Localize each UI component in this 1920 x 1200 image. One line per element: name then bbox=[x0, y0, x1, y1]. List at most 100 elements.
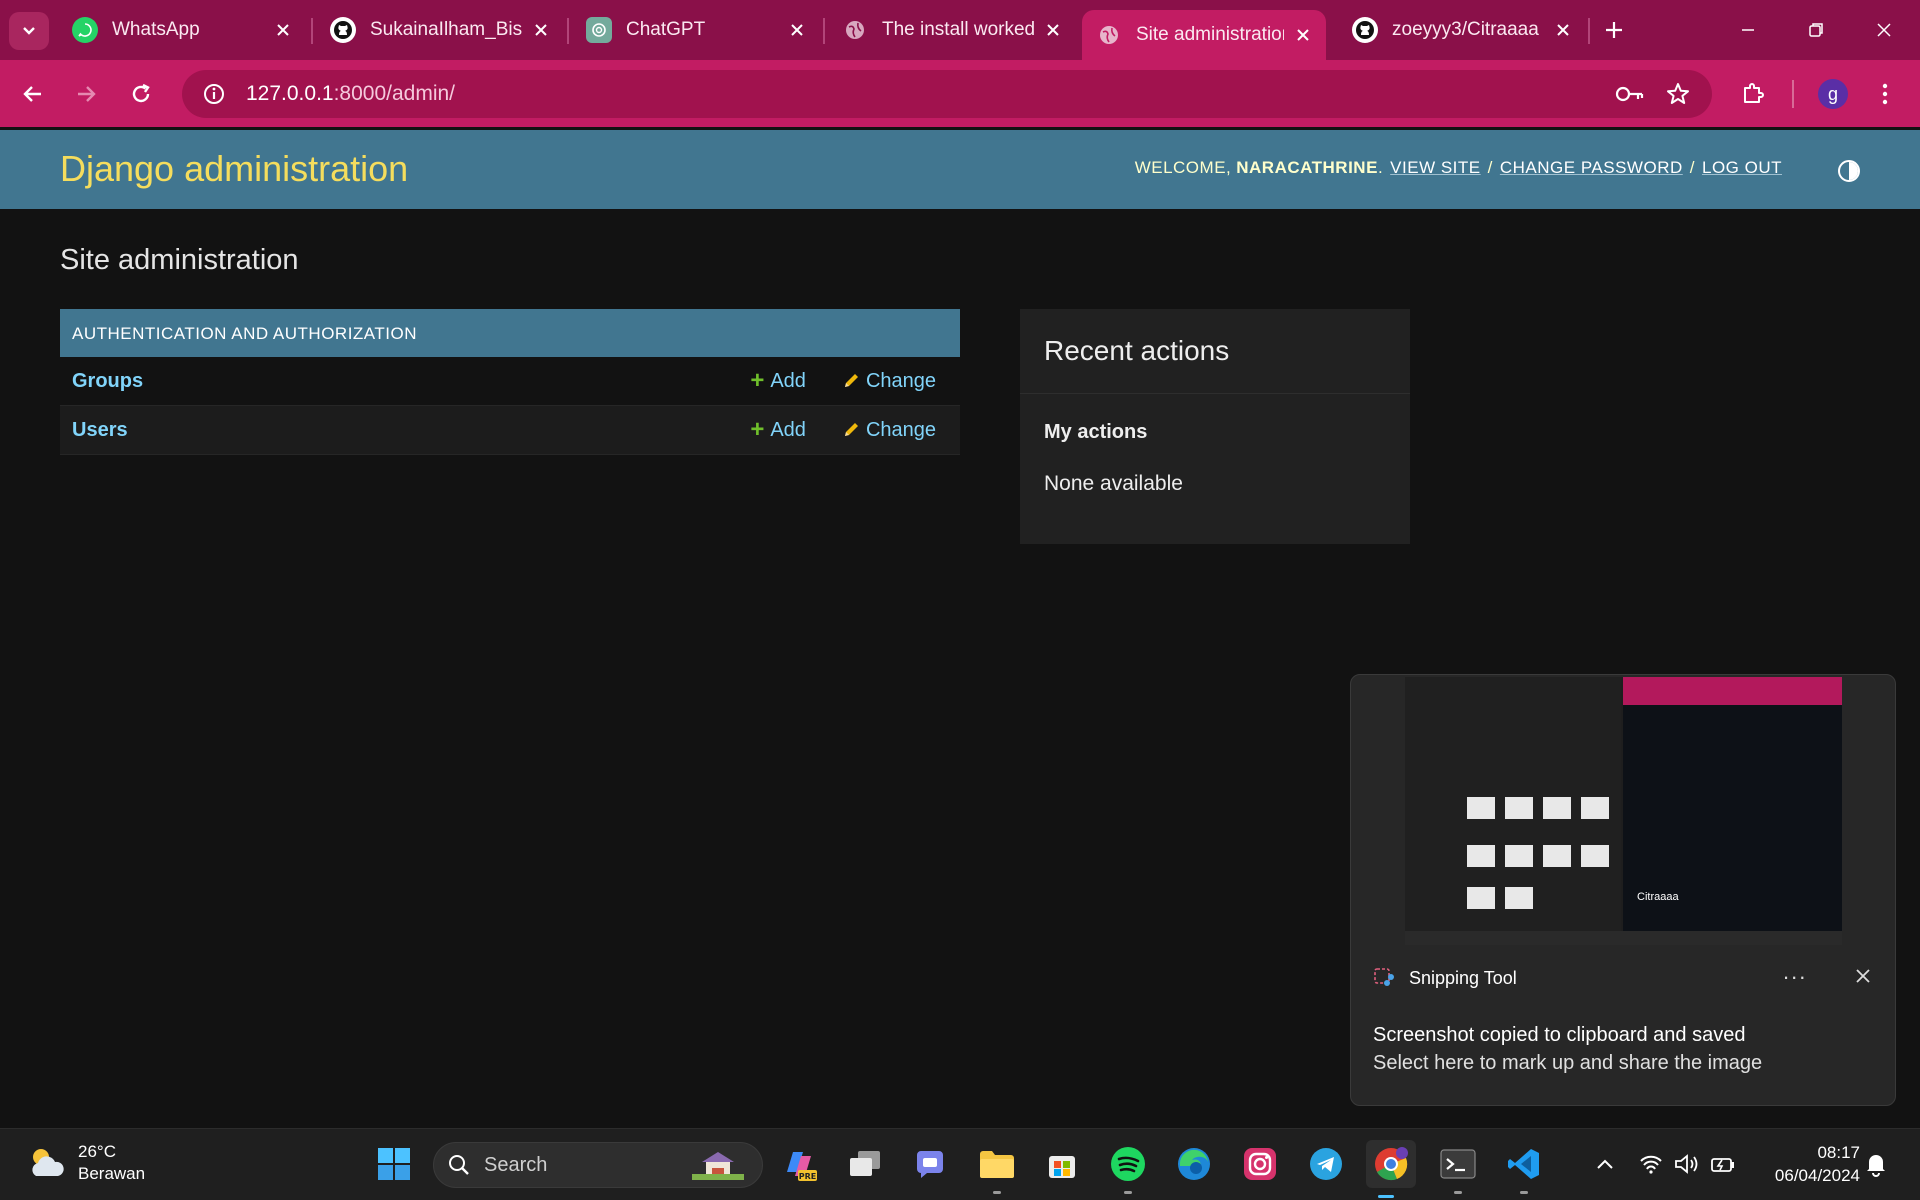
view-site-link[interactable]: View site bbox=[1390, 158, 1480, 178]
close-tab-icon[interactable] bbox=[786, 23, 808, 37]
whatsapp-icon bbox=[72, 17, 98, 43]
snipping-tool-notification[interactable]: Citraaaa Snipping Tool ... Screenshot co… bbox=[1350, 674, 1896, 1106]
puzzle-icon bbox=[1744, 83, 1764, 103]
change-label: Change bbox=[865, 418, 936, 441]
tab-search-button[interactable] bbox=[9, 12, 49, 50]
volume-icon[interactable] bbox=[1674, 1151, 1700, 1177]
tab-title: SukainaIlham_Bisd bbox=[370, 19, 522, 40]
separator: / bbox=[1689, 158, 1695, 177]
tab-title: WhatsApp bbox=[112, 19, 200, 40]
site-info-icon[interactable] bbox=[200, 80, 228, 108]
tab-whatsapp[interactable]: WhatsApp bbox=[58, 8, 306, 52]
wifi-icon[interactable] bbox=[1638, 1151, 1664, 1177]
taskbar-search[interactable]: Search bbox=[433, 1142, 763, 1188]
log-out-link[interactable]: Log out bbox=[1702, 158, 1782, 178]
running-indicator bbox=[1520, 1191, 1528, 1194]
star-icon[interactable] bbox=[1662, 78, 1694, 110]
close-icon[interactable] bbox=[1853, 966, 1873, 986]
empty-state-text: None available bbox=[1044, 472, 1183, 495]
tab-site-administration[interactable]: Site administration bbox=[1082, 10, 1326, 60]
taskbar-clock[interactable]: 08:17 06/04/2024 bbox=[1760, 1141, 1860, 1187]
temperature: 26°C bbox=[78, 1142, 116, 1161]
taskbar-telegram[interactable] bbox=[1306, 1144, 1346, 1184]
close-tab-icon[interactable] bbox=[272, 23, 294, 37]
taskbar-instagram[interactable] bbox=[1240, 1144, 1280, 1184]
close-window-button[interactable] bbox=[1864, 10, 1904, 50]
site-branding[interactable]: Django administration bbox=[60, 148, 408, 190]
close-tab-icon[interactable] bbox=[1042, 23, 1064, 37]
battery-icon[interactable] bbox=[1710, 1151, 1736, 1177]
windows-logo-icon bbox=[378, 1148, 410, 1180]
taskbar-file-explorer[interactable] bbox=[977, 1144, 1017, 1194]
profile-avatar[interactable]: g bbox=[1818, 79, 1848, 109]
username: NARACATHRINE bbox=[1236, 158, 1378, 177]
chevron-down-icon bbox=[23, 27, 35, 35]
screenshot-thumbnail[interactable]: Citraaaa bbox=[1405, 677, 1842, 945]
model-link-users[interactable]: Users bbox=[60, 419, 750, 442]
tab-separator bbox=[567, 18, 569, 44]
taskbar-vscode[interactable] bbox=[1504, 1144, 1544, 1194]
thumbnail-tile bbox=[1581, 797, 1609, 819]
close-tab-icon[interactable] bbox=[1292, 28, 1314, 42]
tab-separator bbox=[311, 18, 313, 44]
divider bbox=[1020, 393, 1410, 394]
snipping-tool-icon bbox=[1374, 968, 1394, 986]
change-link[interactable]: Change bbox=[842, 419, 936, 442]
restore-button[interactable] bbox=[1796, 10, 1836, 50]
theme-toggle-icon[interactable] bbox=[1838, 160, 1860, 182]
back-button[interactable] bbox=[14, 75, 52, 113]
change-link[interactable]: Change bbox=[842, 370, 936, 393]
model-link-groups[interactable]: Groups bbox=[60, 370, 750, 393]
running-indicator bbox=[1454, 1191, 1462, 1194]
taskbar-spotify[interactable] bbox=[1108, 1144, 1148, 1194]
thumbnail-tile bbox=[1467, 887, 1495, 909]
taskbar-edge[interactable] bbox=[1174, 1144, 1214, 1184]
taskbar-chrome[interactable] bbox=[1366, 1140, 1416, 1198]
tab-chatgpt[interactable]: ChatGPT bbox=[572, 8, 820, 52]
add-link[interactable]: + Add bbox=[750, 369, 806, 393]
close-tab-icon[interactable] bbox=[530, 23, 552, 37]
forward-button[interactable] bbox=[67, 75, 105, 113]
thumbnail-github-window bbox=[1623, 677, 1842, 945]
running-indicator bbox=[1124, 1191, 1132, 1194]
taskbar-teams[interactable] bbox=[910, 1144, 950, 1184]
add-link[interactable]: + Add bbox=[750, 418, 806, 442]
user-tools: Welcome, NARACATHRINE. View site / Chang… bbox=[1135, 158, 1782, 178]
weather-widget[interactable]: 26°C Berawan bbox=[26, 1141, 145, 1185]
table-row: Users + Add Change bbox=[60, 406, 960, 455]
tab-title: The install worked bbox=[882, 19, 1034, 40]
close-tab-icon[interactable] bbox=[1552, 23, 1574, 37]
task-view-icon bbox=[850, 1151, 880, 1176]
thumbnail-tile bbox=[1505, 845, 1533, 867]
browser-menu-button[interactable] bbox=[1866, 75, 1904, 113]
extensions-button[interactable] bbox=[1734, 75, 1772, 113]
taskbar-microsoft-store[interactable] bbox=[1042, 1144, 1082, 1184]
tab-github-zoeyyy3[interactable]: zoeyyy3/Citraaaa bbox=[1338, 8, 1586, 52]
taskbar-copilot[interactable]: PRE bbox=[779, 1144, 819, 1184]
notification-app-name: Snipping Tool bbox=[1409, 967, 1517, 988]
arrow-right-icon bbox=[78, 86, 96, 102]
password-key-icon[interactable] bbox=[1614, 78, 1646, 110]
django-header: Django administration Welcome, NARACATHR… bbox=[0, 130, 1920, 209]
separator: / bbox=[1487, 158, 1493, 177]
new-tab-button[interactable] bbox=[1598, 14, 1630, 46]
username-period: . bbox=[1377, 158, 1384, 177]
notification-bell-icon[interactable] bbox=[1864, 1151, 1888, 1177]
taskbar-terminal[interactable] bbox=[1438, 1144, 1478, 1194]
reload-button[interactable] bbox=[122, 75, 160, 113]
change-password-link[interactable]: Change password bbox=[1500, 158, 1683, 178]
minimize-button[interactable] bbox=[1728, 10, 1768, 50]
start-button[interactable] bbox=[374, 1144, 414, 1184]
address-bar[interactable]: 127.0.0.1:8000/admin/ bbox=[182, 70, 1712, 118]
tab-github-sukaina[interactable]: SukainaIlham_Bisd bbox=[316, 8, 564, 52]
module-caption[interactable]: Authentication and Authorization bbox=[60, 309, 960, 357]
more-options-icon[interactable]: ... bbox=[1783, 959, 1807, 985]
taskbar-task-view[interactable] bbox=[845, 1144, 885, 1184]
github-icon bbox=[330, 17, 356, 43]
show-hidden-icons[interactable] bbox=[1592, 1151, 1618, 1177]
globe-icon bbox=[842, 17, 868, 43]
copilot-icon: PRE bbox=[787, 1152, 817, 1181]
tab-install-worked[interactable]: The install worked bbox=[828, 8, 1076, 52]
url-path: :8000/admin/ bbox=[333, 82, 456, 105]
terminal-icon bbox=[1440, 1149, 1476, 1179]
